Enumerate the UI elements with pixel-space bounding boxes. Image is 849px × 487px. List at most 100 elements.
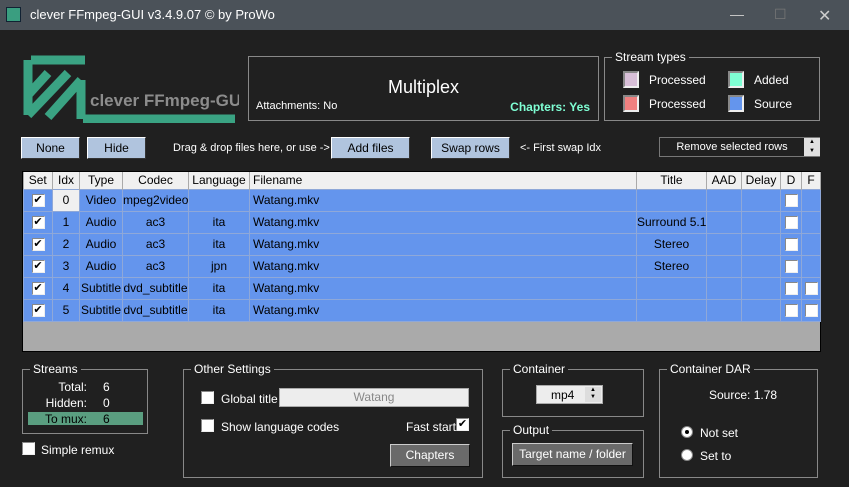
file-cell: Watang.mkv [249,210,637,234]
idx-cell: 1 [52,210,80,234]
show-language-codes-checkbox[interactable] [201,419,214,432]
set-cell[interactable]: ✔ [23,276,53,300]
title-cell: Stereo [636,254,707,278]
logo: clever FFmpeg-GUI [23,55,246,124]
legend-label: Added [754,73,789,87]
set-cell[interactable]: ✔ [23,254,53,278]
d-cell[interactable] [780,276,802,300]
remove-rows-spinner[interactable]: ▲ ▼ [804,138,820,156]
f-cell[interactable] [801,232,821,256]
tomux-label: To mux: [44,412,87,426]
delay-cell [741,298,781,322]
simple-remux-label: Simple remux [41,443,115,457]
f-cell[interactable] [801,210,821,234]
fast-start-checkbox[interactable]: ✔ [456,418,469,431]
default-checkbox[interactable] [784,193,798,207]
swatch-processed-red [623,95,639,112]
set-checkbox[interactable]: ✔ [31,193,45,207]
container-spinner[interactable]: ▲ ▼ [585,387,601,402]
hide-button[interactable]: Hide [87,137,146,159]
not-set-radio[interactable] [681,426,693,438]
swap-hint: <- First swap Idx [520,142,601,154]
aad-cell [706,276,742,300]
default-checkbox[interactable] [784,215,798,229]
f-cell[interactable] [801,254,821,278]
table-row[interactable]: ✔ 0 Video mpeg2video Watang.mkv [23,188,821,212]
idx-cell: 0 [52,188,80,212]
remove-rows-select[interactable]: Remove selected rows ▲ ▼ [659,137,820,157]
codec-cell: mpeg2video [122,188,189,212]
none-button[interactable]: None [21,137,80,159]
global-title-label: Global title [221,392,278,406]
aad-cell [706,188,742,212]
close-button[interactable]: ✕ [818,6,831,26]
add-files-button[interactable]: Add files [331,137,410,159]
streams-table: Set Idx Type Codec Language Filename Title AAD D… [22,171,821,352]
set-cell[interactable]: ✔ [23,188,53,212]
set-checkbox[interactable]: ✔ [31,281,45,295]
forced-checkbox[interactable] [804,303,818,317]
target-name-folder-button[interactable]: Target name / folder [512,443,633,466]
type-cell: Audio [79,232,123,256]
column-header[interactable]: Type [79,172,123,189]
f-cell[interactable] [801,298,821,322]
f-cell[interactable] [801,188,821,212]
swap-rows-button[interactable]: Swap rows [431,137,510,159]
type-cell: Video [79,188,123,212]
title-cell [636,276,707,300]
column-header[interactable]: Language [188,172,250,189]
set-checkbox[interactable]: ✔ [31,303,45,317]
column-header[interactable]: Idx [52,172,80,189]
simple-remux-checkbox[interactable] [22,442,35,455]
column-header[interactable]: Title [636,172,707,189]
default-checkbox[interactable] [784,281,798,295]
table-row[interactable]: ✔ 5 Subtitle dvd_subtitle ita Watang.mkv [23,298,821,322]
maximize-button[interactable]: ☐ [774,6,787,23]
table-row[interactable]: ✔ 3 Audio ac3 jpn Watang.mkv Stereo [23,254,821,278]
set-checkbox[interactable]: ✔ [31,259,45,273]
column-header[interactable]: D [780,172,802,189]
d-cell[interactable] [780,188,802,212]
aad-cell [706,210,742,234]
set-cell[interactable]: ✔ [23,210,53,234]
global-title-input[interactable]: Watang [279,388,469,407]
aad-cell [706,232,742,256]
column-header[interactable]: Set [23,172,53,189]
set-cell[interactable]: ✔ [23,232,53,256]
idx-cell: 4 [52,276,80,300]
lang-cell: jpn [188,254,250,278]
set-checkbox[interactable]: ✔ [31,215,45,229]
title-cell [636,188,707,212]
set-cell[interactable]: ✔ [23,298,53,322]
table-row[interactable]: ✔ 4 Subtitle dvd_subtitle ita Watang.mkv [23,276,821,300]
set-to-radio[interactable] [681,449,693,461]
d-cell[interactable] [780,254,802,278]
global-title-checkbox[interactable] [201,391,214,404]
table-row[interactable]: ✔ 2 Audio ac3 ita Watang.mkv Stereo [23,232,821,256]
file-cell: Watang.mkv [249,232,637,256]
f-cell[interactable] [801,276,821,300]
forced-checkbox[interactable] [804,281,818,295]
default-checkbox[interactable] [784,303,798,317]
idx-cell: 5 [52,298,80,322]
d-cell[interactable] [780,210,802,234]
default-checkbox[interactable] [784,237,798,251]
default-checkbox[interactable] [784,259,798,273]
column-header[interactable]: Filename [249,172,637,189]
streams-legend: Streams [30,362,81,376]
codec-cell: ac3 [122,210,189,234]
column-header[interactable]: Delay [741,172,781,189]
d-cell[interactable] [780,232,802,256]
set-checkbox[interactable]: ✔ [31,237,45,251]
container-select[interactable]: mp4 ▲ ▼ [536,385,603,404]
minimize-button[interactable]: — [730,6,744,22]
type-cell: Audio [79,210,123,234]
table-row[interactable]: ✔ 1 Audio ac3 ita Watang.mkv Surround 5.1 [23,210,821,234]
column-header[interactable]: AAD [706,172,742,189]
column-header[interactable]: F [801,172,821,189]
stream-types-group: Stream types Processed Added Processed S… [604,50,820,121]
stream-types-legend: Stream types [612,50,689,64]
d-cell[interactable] [780,298,802,322]
column-header[interactable]: Codec [122,172,189,189]
chapters-button[interactable]: Chapters [390,444,470,467]
